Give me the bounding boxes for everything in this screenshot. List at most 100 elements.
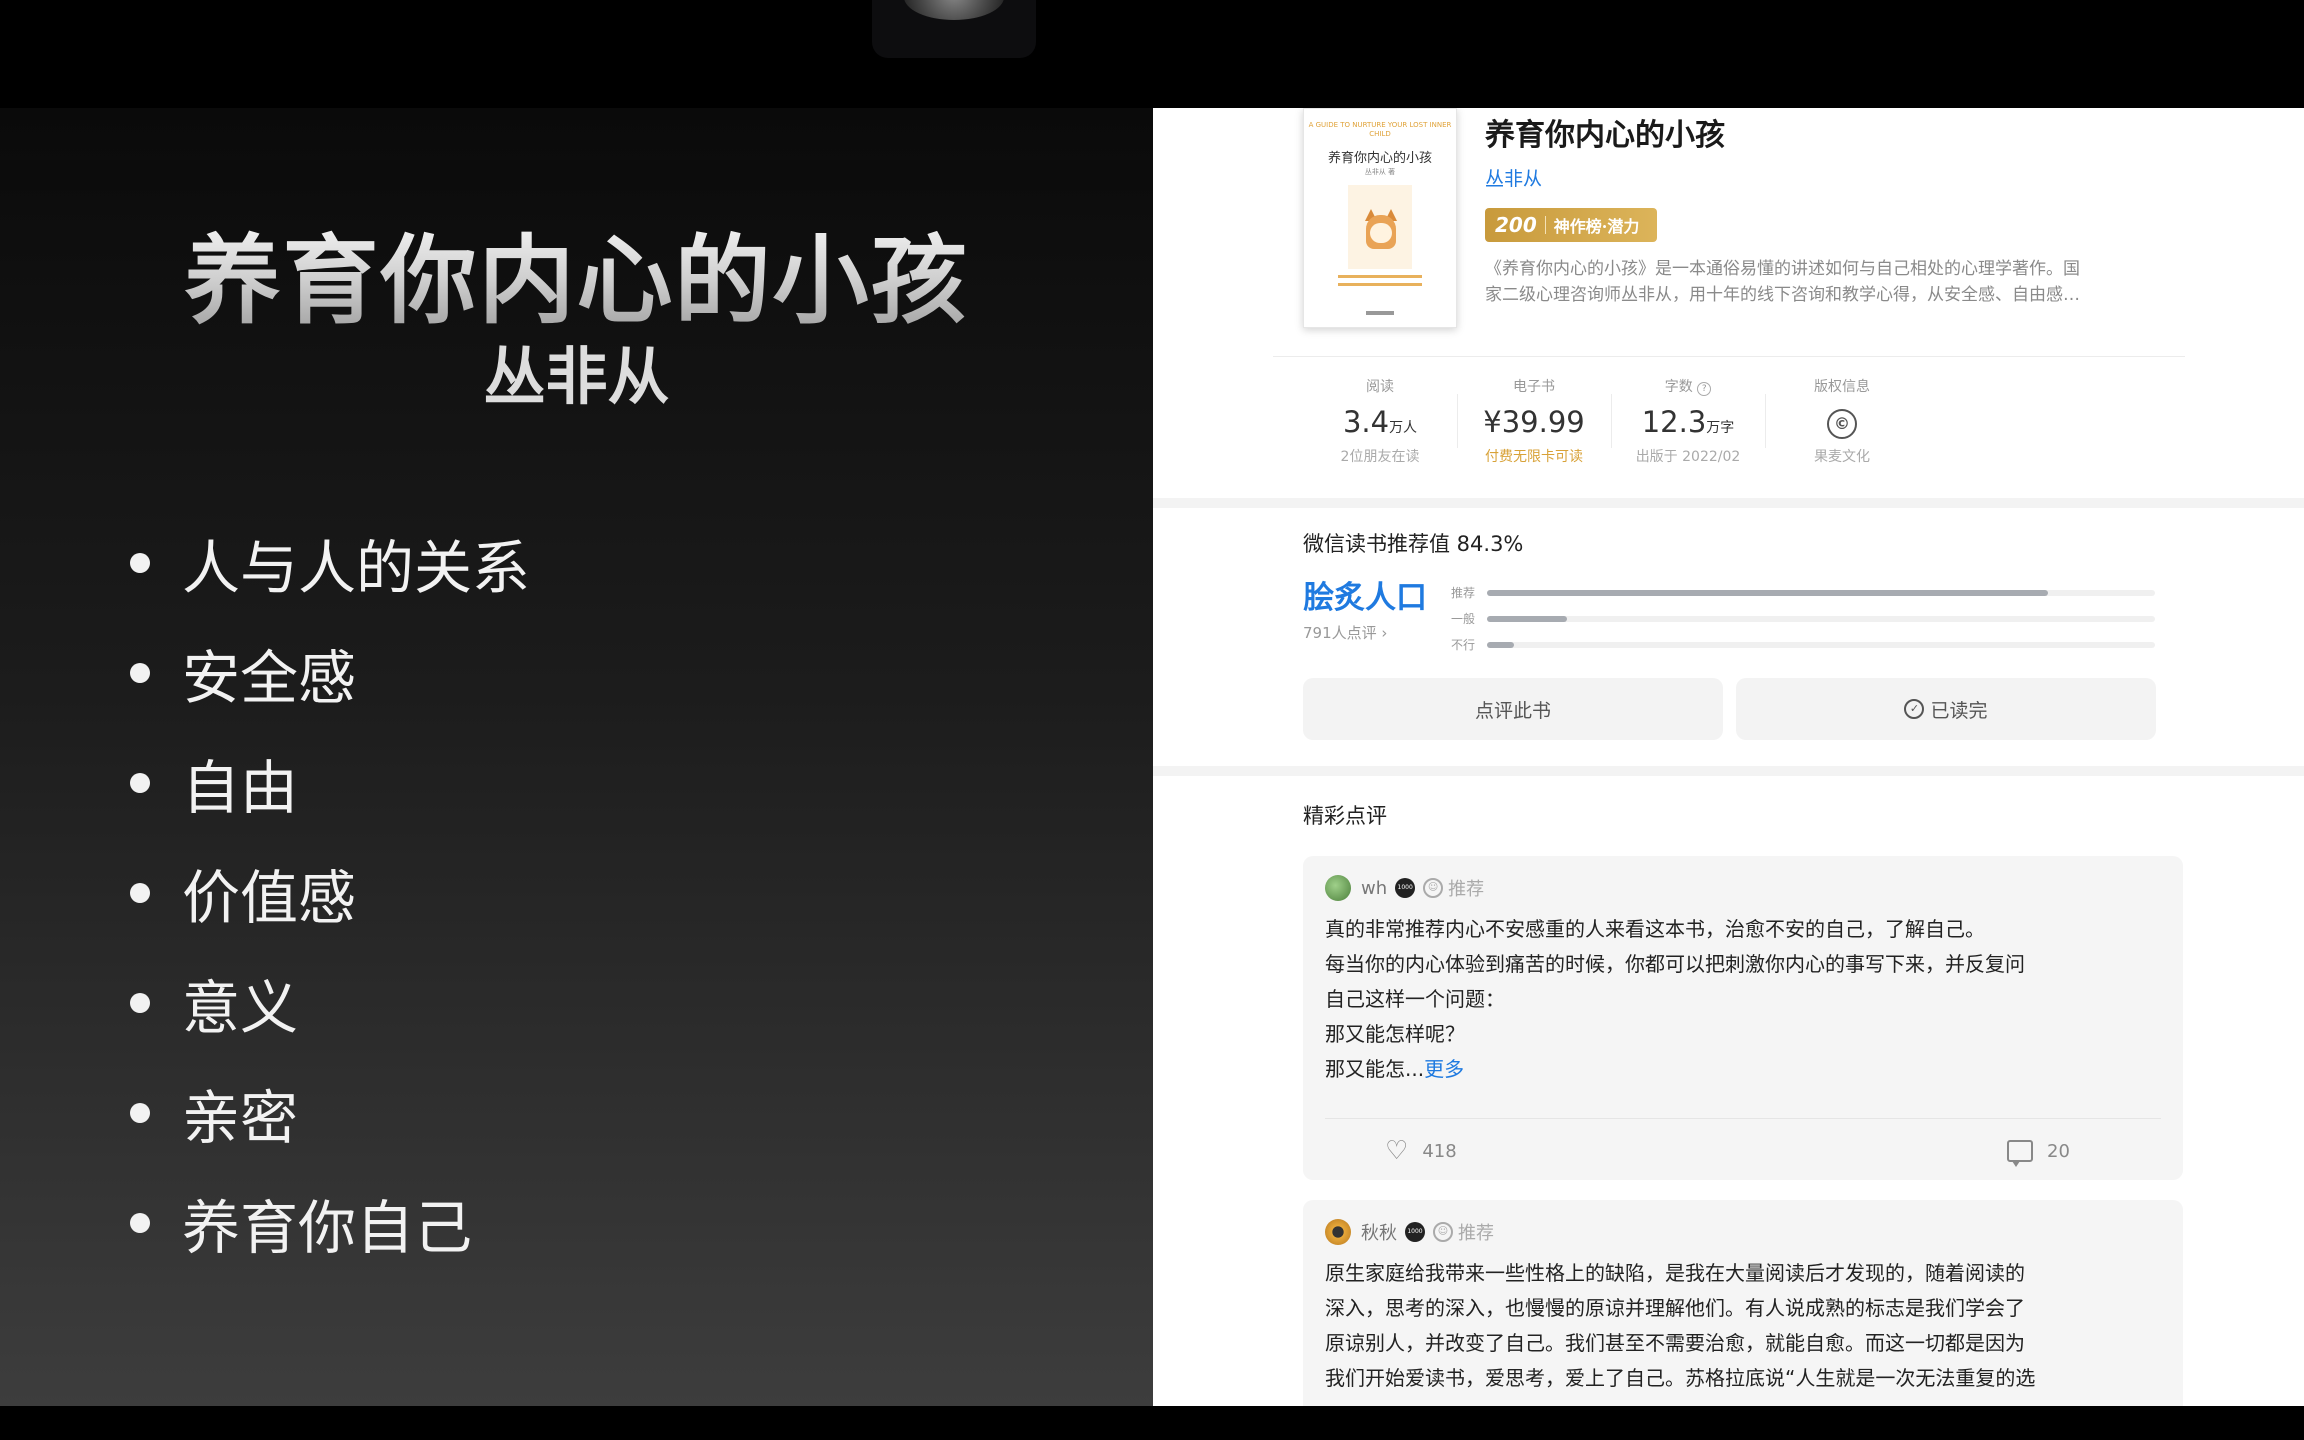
review-book-button[interactable]: 点评此书 <box>1303 678 1723 740</box>
recommend-rating-label: 脍炙人口 <box>1303 580 1427 616</box>
ranking-badge[interactable]: 200 神作榜·潜力 <box>1485 208 1657 242</box>
stat-word-count[interactable]: 字数 ? 12.3万字 出版于 2022/02 <box>1611 376 1765 468</box>
bullet-dot-icon <box>130 1103 150 1123</box>
stat-number: 12.3 <box>1641 405 1707 439</box>
description-line: 《养育你内心的小孩》是一本通俗易懂的讲述如何与自己相处的心理学著作。国 <box>1485 259 2080 279</box>
stat-unit: 万人 <box>1389 420 1418 436</box>
review-line: 自己这样一个问题： <box>1325 987 1505 1011</box>
bar-fill <box>1487 615 1568 622</box>
bullet-dot-icon <box>130 663 150 683</box>
stat-copyright[interactable]: 版权信息 © 果麦文化 <box>1765 376 1919 468</box>
review-line: 原谅别人，并改变了自己。我们甚至不需要治愈，就能自愈。而这一切都是因为 <box>1325 1331 2025 1355</box>
like-count: 418 <box>1422 1140 1457 1162</box>
bullet-text: 养育你自己 <box>182 1194 473 1262</box>
bar-fill <box>1487 641 1514 648</box>
stat-value: ¥39.99 <box>1457 398 1611 446</box>
heart-icon: ♡ <box>1385 1136 1409 1166</box>
dog-face <box>1370 223 1392 243</box>
stat-label-text: 字数 <box>1664 379 1693 395</box>
review-line: 那又能怎样呢？ <box>1325 1022 1465 1046</box>
highlights-title: 精彩点评 <box>1303 804 1387 828</box>
book-detail-panel: A GUIDE TO NURTURE YOUR LOST INNER CHILD… <box>1153 108 2304 1406</box>
review-header: wh 1000 ☺ 推荐 <box>1325 874 1484 902</box>
review-count-link[interactable]: 791人点评 › <box>1303 622 1387 643</box>
description-line: 家二级心理咨询师丛非从，用十年的线下咨询和教学心得，从安全感、自由感… <box>1485 285 2080 305</box>
button-label: 点评此书 <box>1474 699 1551 722</box>
review-tag: 推荐 <box>1448 879 1485 900</box>
rating-bar-bad: 不行 <box>1451 636 2155 653</box>
bar-track <box>1487 641 2155 648</box>
stat-sub: 果麦文化 <box>1814 449 1870 465</box>
review-line: 原生家庭给我带来一些性格上的缺陷，是我在大量阅读后才发现的，随着阅读的 <box>1325 1261 2025 1285</box>
avatar[interactable] <box>1325 875 1351 901</box>
finished-reading-button[interactable]: ✓ 已读完 <box>1736 678 2156 740</box>
stat-unit: 万字 <box>1706 420 1735 436</box>
bar-label: 推荐 <box>1451 586 1476 600</box>
stat-value: 12.3万字 <box>1611 398 1765 446</box>
review-line: 真的非常推荐内心不安感重的人来看这本书，治愈不安的自己，了解自己。 <box>1325 917 1985 941</box>
review-line-text: 那又能怎... <box>1325 1057 1425 1081</box>
like-button[interactable]: ♡ 418 <box>1385 1126 1457 1176</box>
review-line: 我们开始爱读书，爱思考，爱上了自己。苏格拉底说“人生就是一次无法重复的选 <box>1325 1366 2036 1390</box>
stat-value: © <box>1765 398 1919 446</box>
bullet-item: 亲密 <box>130 1058 530 1168</box>
comment-button[interactable]: 20 <box>2007 1126 2070 1176</box>
badge-separator <box>1544 216 1546 234</box>
review-text: 真的非常推荐内心不安感重的人来看这本书，治愈不安的自己，了解自己。 每当你的内心… <box>1325 912 2145 1087</box>
bullet-dot-icon <box>130 883 150 903</box>
bullet-text: 意义 <box>182 974 299 1042</box>
cover-author: 丛非从 著 <box>1364 168 1396 176</box>
stat-label: 字数 ? <box>1611 376 1765 398</box>
stat-ebook-price[interactable]: 电子书 ¥39.99 付费无限卡可读 <box>1457 376 1611 468</box>
stat-number: 3.4 <box>1342 405 1390 439</box>
bullet-item: 人与人的关系 <box>130 508 530 618</box>
bar-label: 不行 <box>1451 638 1476 652</box>
stat-label: 电子书 <box>1513 379 1555 395</box>
bullet-dot-icon <box>130 993 150 1013</box>
book-cover[interactable]: A GUIDE TO NURTURE YOUR LOST INNER CHILD… <box>1303 108 1457 328</box>
bullet-text: 人与人的关系 <box>182 534 531 602</box>
reviewer-name[interactable]: wh <box>1361 878 1387 899</box>
bullet-item: 意义 <box>130 948 530 1058</box>
copyright-icon: © <box>1827 409 1857 439</box>
more-link[interactable]: 更多 <box>1424 1057 1464 1081</box>
reader-rank-icon: 1000 <box>1405 1222 1425 1242</box>
badge-label: 神作榜·潜力 <box>1553 217 1640 236</box>
bullet-dot-icon <box>130 773 150 793</box>
slide-title: 养育你内心的小孩 <box>0 203 1153 342</box>
comment-count: 20 <box>2047 1140 2070 1162</box>
comment-icon <box>2007 1140 2033 1167</box>
stat-value: 3.4万人 <box>1303 398 1457 446</box>
stat-sub: 2位朋友在读 <box>1340 449 1420 465</box>
slide-author: 丛非从 <box>483 340 670 413</box>
cover-dog-illustration <box>1348 185 1412 269</box>
bullet-dot-icon <box>130 1213 150 1233</box>
bullet-list: 人与人的关系 安全感 自由 价值感 意义 亲密 养育你自己 <box>130 508 530 1278</box>
stat-label: 版权信息 <box>1814 379 1870 395</box>
review-line: 那又能怎...更多 <box>1325 1052 2145 1087</box>
check-circle-icon: ✓ <box>1904 699 1925 719</box>
smile-icon: ☺ <box>1433 1222 1453 1242</box>
avatar[interactable] <box>1325 1219 1351 1245</box>
review-line: 每当你的内心体验到痛苦的时候，你都可以把刺激你内心的事写下来，并反复问 <box>1325 952 2025 976</box>
button-label: 已读完 <box>1930 699 1988 722</box>
reader-rank-icon: 1000 <box>1395 878 1416 898</box>
book-description[interactable]: 《养育你内心的小孩》是一本通俗易懂的讲述如何与自己相处的心理学著作。国 家二级心… <box>1485 256 2285 308</box>
stat-readers[interactable]: 阅读 3.4万人 2位朋友在读 <box>1303 376 1457 468</box>
bar-label: 一般 <box>1451 612 1476 626</box>
bullet-dot-icon <box>130 553 150 573</box>
divider <box>1325 1118 2161 1119</box>
book-title: 养育你内心的小孩 <box>1485 118 1725 153</box>
stat-sub: 付费无限卡可读 <box>1485 449 1583 465</box>
book-stats: 阅读 3.4万人 2位朋友在读 电子书 ¥39.99 付费无限卡可读 字数 ? … <box>1303 376 1919 468</box>
reviewer-name[interactable]: 秋秋 <box>1361 1219 1397 1245</box>
review-card[interactable]: 秋秋 1000 ☺ 推荐 原生家庭给我带来一些性格上的缺陷，是我在大量阅读后才发… <box>1303 1200 2183 1406</box>
book-author-link[interactable]: 丛非从 <box>1485 164 1542 191</box>
bullet-item: 价值感 <box>130 838 530 948</box>
bullet-item: 自由 <box>130 728 530 838</box>
bar-fill <box>1487 589 2049 596</box>
review-tag: 推荐 <box>1458 1223 1494 1244</box>
cover-publisher-logo <box>1366 311 1394 315</box>
bullet-text: 亲密 <box>182 1084 299 1152</box>
review-card[interactable]: wh 1000 ☺ 推荐 真的非常推荐内心不安感重的人来看这本书，治愈不安的自己… <box>1303 856 2183 1180</box>
